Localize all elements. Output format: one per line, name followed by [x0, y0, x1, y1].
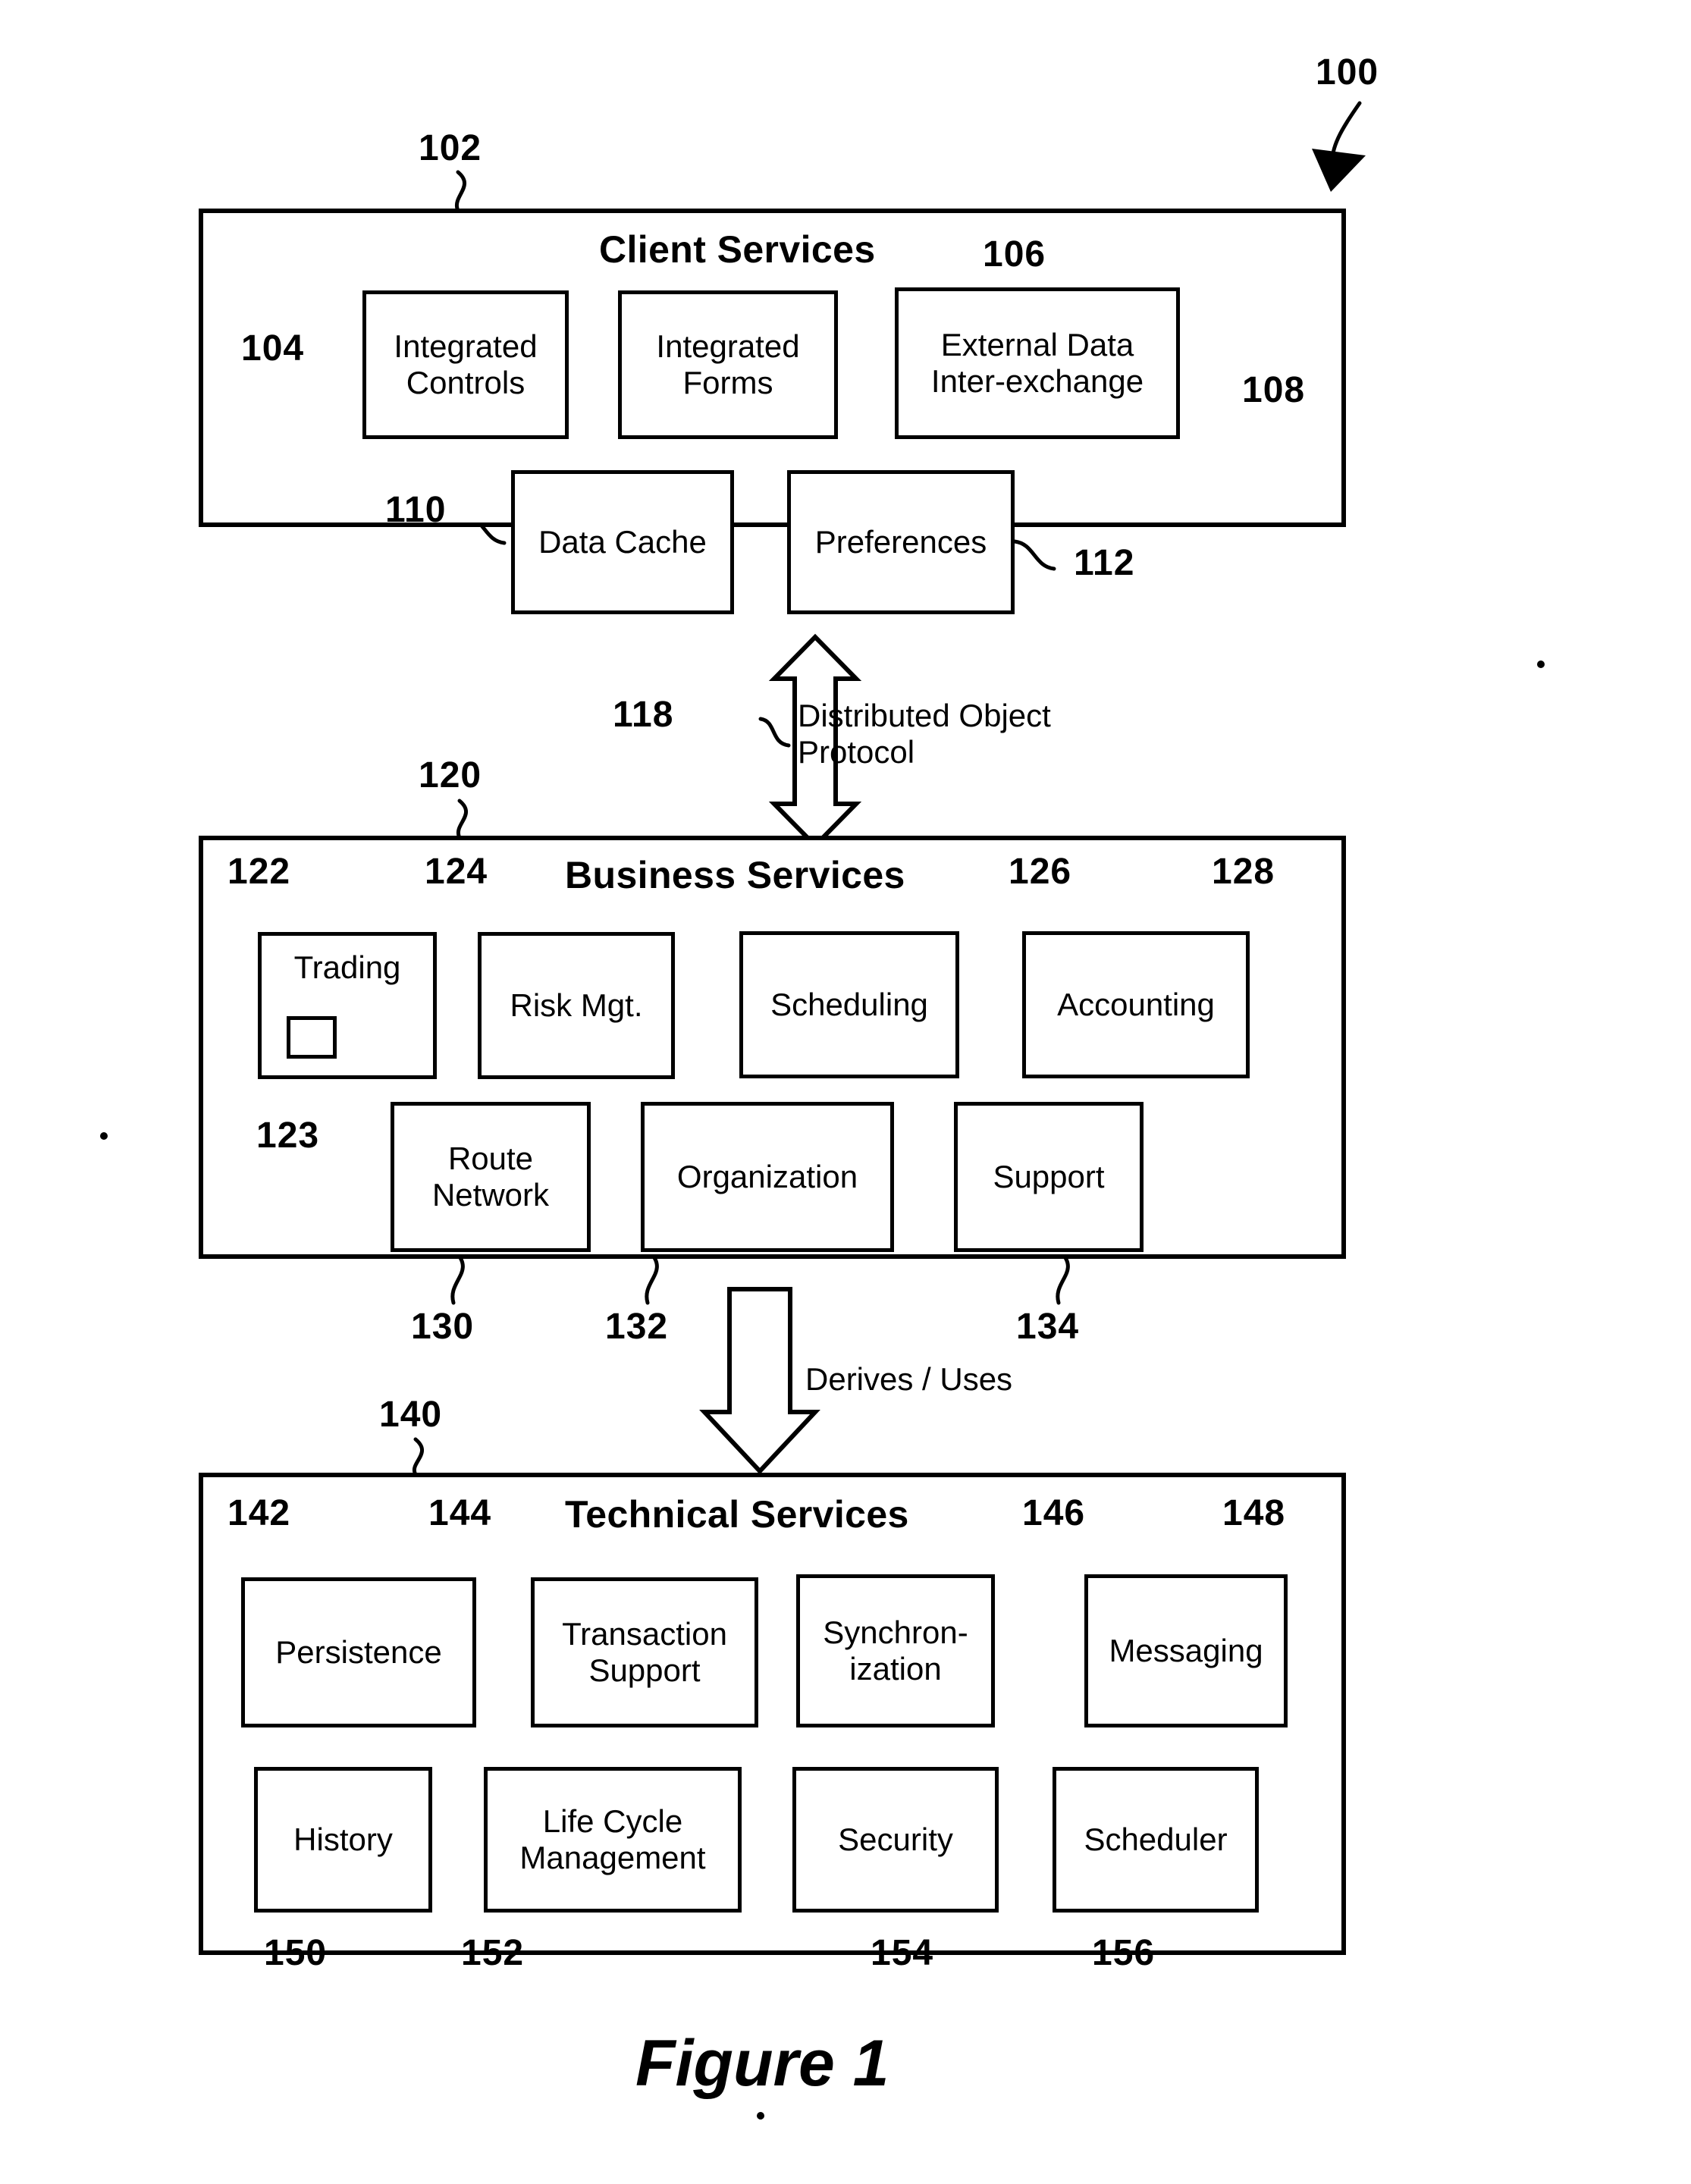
module-transaction-support[interactable]: Transaction Support: [531, 1577, 758, 1727]
leader-102: [454, 170, 466, 211]
module-label: Integrated Controls: [394, 328, 538, 400]
module-organization[interactable]: Organization: [641, 1102, 894, 1252]
distributed-object-protocol-label: Distributed Object Protocol: [798, 698, 1051, 770]
ref-144: 144: [428, 1493, 492, 1533]
scan-speck-right: [1537, 661, 1545, 668]
ref-110: 110: [385, 490, 447, 530]
module-label: Life Cycle Management: [519, 1803, 706, 1875]
module-security[interactable]: Security: [792, 1767, 999, 1913]
ref-126: 126: [1009, 852, 1072, 892]
ref-154: 154: [871, 1933, 934, 1973]
system-ref-arrow: [1312, 101, 1366, 192]
module-support[interactable]: Support: [954, 1102, 1144, 1252]
ref-102: 102: [419, 128, 482, 168]
ref-106: 106: [983, 234, 1046, 275]
module-label: Support: [993, 1159, 1105, 1195]
module-scheduler[interactable]: Scheduler: [1053, 1767, 1259, 1913]
module-history[interactable]: History: [254, 1767, 432, 1913]
ref-140: 140: [379, 1395, 443, 1435]
ref-132: 132: [605, 1307, 669, 1347]
client-services-title: Client Services: [599, 228, 876, 271]
module-label: Trading: [293, 949, 401, 985]
ref-100: 100: [1316, 52, 1379, 93]
module-integrated-forms[interactable]: Integrated Forms: [618, 290, 838, 439]
module-label: Integrated Forms: [656, 328, 800, 400]
ref-108: 108: [1242, 370, 1306, 410]
ref-146: 146: [1022, 1493, 1086, 1533]
module-label: External Data Inter-exchange: [930, 327, 1144, 399]
ref-120: 120: [419, 755, 482, 795]
module-label: Route Network: [431, 1141, 550, 1213]
ref-104: 104: [241, 328, 305, 369]
module-label: Transaction Support: [562, 1616, 727, 1688]
module-scheduling[interactable]: Scheduling: [739, 931, 959, 1078]
ref-118: 118: [613, 695, 674, 735]
derives-uses-label: Derives / Uses: [805, 1361, 1013, 1397]
scan-speck-left: [100, 1132, 108, 1140]
figure-caption: Figure 1: [635, 2027, 889, 2100]
module-label: History: [293, 1822, 393, 1858]
ref-142: 142: [227, 1493, 291, 1533]
ref-128: 128: [1212, 852, 1275, 892]
module-label: Scheduler: [1084, 1822, 1228, 1858]
module-route-network[interactable]: Route Network: [391, 1102, 591, 1252]
leader-134: [1056, 1250, 1070, 1305]
leader-112: [1012, 539, 1056, 571]
module-label: Organization: [676, 1159, 858, 1195]
module-label: Synchron- ization: [823, 1614, 968, 1687]
module-data-cache[interactable]: Data Cache: [511, 470, 734, 614]
module-label: Security: [838, 1822, 953, 1858]
module-trading[interactable]: Trading: [258, 932, 437, 1079]
ref-130: 130: [411, 1307, 475, 1347]
module-label: Messaging: [1109, 1633, 1263, 1669]
leader-118: [758, 717, 791, 748]
ref-122: 122: [227, 852, 291, 892]
module-accounting[interactable]: Accounting: [1022, 931, 1250, 1078]
module-label: Data Cache: [538, 524, 707, 560]
leader-120: [456, 799, 468, 838]
scan-speck-caption: [757, 2112, 764, 2120]
business-services-title: Business Services: [565, 854, 905, 896]
module-synchronization[interactable]: Synchron- ization: [796, 1574, 995, 1727]
module-trading-subcomponent[interactable]: [287, 1016, 337, 1059]
module-label: Scheduling: [770, 987, 928, 1023]
module-preferences[interactable]: Preferences: [787, 470, 1015, 614]
patent-figure-page: 100 102 Client Services 104 Integrated C…: [0, 0, 1691, 2184]
module-integrated-controls[interactable]: Integrated Controls: [362, 290, 569, 439]
ref-124: 124: [425, 852, 488, 892]
ref-150: 150: [264, 1933, 328, 1973]
ref-152: 152: [461, 1933, 525, 1973]
ref-123: 123: [256, 1116, 320, 1156]
module-label: Accounting: [1057, 987, 1215, 1023]
ref-148: 148: [1222, 1493, 1286, 1533]
leader-130: [450, 1250, 465, 1305]
module-persistence[interactable]: Persistence: [241, 1577, 476, 1727]
module-life-cycle-management[interactable]: Life Cycle Management: [484, 1767, 742, 1913]
module-label: Risk Mgt.: [510, 987, 643, 1024]
module-label: Persistence: [275, 1634, 442, 1671]
leader-140: [412, 1437, 424, 1475]
module-messaging[interactable]: Messaging: [1084, 1574, 1288, 1727]
derives-uses-arrow: [699, 1287, 820, 1475]
technical-services-title: Technical Services: [565, 1493, 909, 1536]
leader-132: [645, 1250, 659, 1305]
module-risk-mgt[interactable]: Risk Mgt.: [478, 932, 675, 1079]
module-label: Preferences: [814, 524, 987, 560]
ref-156: 156: [1092, 1933, 1156, 1973]
module-external-data-inter-exchange[interactable]: External Data Inter-exchange: [895, 287, 1180, 439]
ref-134: 134: [1016, 1307, 1080, 1347]
ref-112: 112: [1074, 543, 1135, 583]
